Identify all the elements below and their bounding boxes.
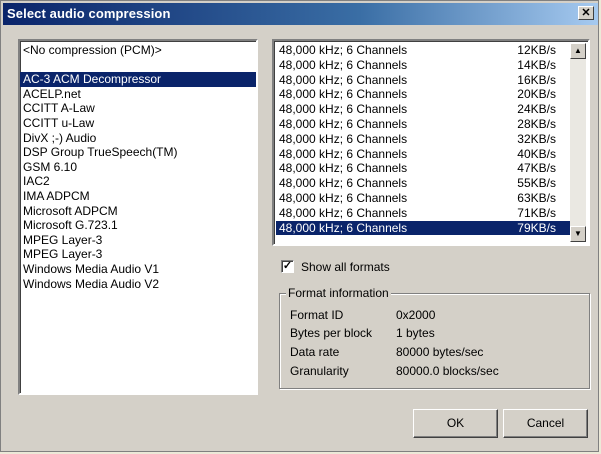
format-row[interactable]: 48,000 kHz; 6 Channels 12KB/s: [276, 43, 570, 58]
format-rate: 32KB/s: [517, 131, 556, 146]
format-rows: 48,000 kHz; 6 Channels 12KB/s 48,000 kHz; …: [276, 43, 570, 236]
format-list[interactable]: 48,000 kHz; 6 Channels 12KB/s 48,000 kHz; …: [272, 39, 590, 246]
codec-item[interactable]: Windows Media Audio V1: [20, 262, 256, 277]
codec-item[interactable]: IMA ADPCM: [20, 189, 256, 204]
triangle-down-icon: ▼: [574, 229, 582, 238]
format-id-value: 0x2000: [396, 308, 436, 322]
format-text: 48,000 kHz; 6 Channels: [279, 87, 408, 102]
codec-item[interactable]: ACELP.net: [20, 87, 256, 102]
show-all-formats-label[interactable]: Show all formats: [301, 260, 390, 274]
format-rate: 16KB/s: [517, 72, 556, 87]
format-rate: 28KB/s: [517, 116, 556, 131]
format-id-label: Format ID: [290, 308, 344, 322]
dialog-window: Select audio compression ✕ <No compressi…: [0, 0, 599, 452]
codec-item[interactable]: CCITT u-Law: [20, 116, 256, 131]
ok-button[interactable]: OK: [413, 409, 498, 438]
scroll-down-button[interactable]: ▼: [570, 226, 586, 242]
format-rate: 40KB/s: [517, 146, 556, 161]
format-text: 48,000 kHz; 6 Channels: [279, 43, 408, 57]
bytes-per-block-label: Bytes per block: [290, 326, 373, 340]
checkmark-icon: ✓: [282, 260, 293, 272]
codec-item[interactable]: DivX ;-) Audio: [20, 131, 256, 146]
cancel-button[interactable]: Cancel: [503, 409, 588, 438]
data-rate-value: 80000 bytes/sec: [396, 345, 484, 359]
window-title: Select audio compression: [7, 6, 171, 21]
format-text: 48,000 kHz; 6 Channels: [279, 72, 408, 87]
granularity-value: 80000.0 blocks/sec: [396, 364, 499, 378]
format-row[interactable]: 48,000 kHz; 6 Channels 47KB/s: [276, 161, 570, 176]
format-text: 48,000 kHz; 6 Channels: [279, 131, 408, 146]
format-rate: 55KB/s: [517, 176, 556, 191]
codec-item[interactable]: GSM 6.10: [20, 160, 256, 175]
granularity-label: Granularity: [290, 364, 349, 378]
format-rate: 24KB/s: [517, 102, 556, 117]
format-text: 48,000 kHz; 6 Channels: [279, 146, 408, 161]
codec-item[interactable]: Microsoft G.723.1: [20, 218, 256, 233]
format-row[interactable]: 48,000 kHz; 6 Channels 28KB/s: [276, 117, 570, 132]
format-rate: 79KB/s: [517, 220, 556, 235]
format-row[interactable]: 48,000 kHz; 6 Channels 63KB/s: [276, 191, 570, 206]
format-row[interactable]: 48,000 kHz; 6 Channels 14KB/s: [276, 58, 570, 73]
codec-item[interactable]: <No compression (PCM)>: [20, 43, 256, 58]
format-text: 48,000 kHz; 6 Channels: [279, 116, 408, 131]
format-rate: 12KB/s: [517, 43, 556, 57]
codec-item[interactable]: Microsoft ADPCM: [20, 204, 256, 219]
format-rate: 71KB/s: [517, 205, 556, 220]
codec-item[interactable]: CCITT A-Law: [20, 101, 256, 116]
triangle-up-icon: ▲: [574, 46, 582, 55]
format-rate: 63KB/s: [517, 190, 556, 205]
codec-item[interactable]: Windows Media Audio V2: [20, 277, 256, 292]
format-rate: 20KB/s: [517, 87, 556, 102]
format-row[interactable]: 48,000 kHz; 6 Channels 24KB/s: [276, 102, 570, 117]
format-row[interactable]: 48,000 kHz; 6 Channels 40KB/s: [276, 147, 570, 162]
format-text: 48,000 kHz; 6 Channels: [279, 102, 408, 117]
close-button[interactable]: ✕: [578, 6, 594, 20]
codec-list[interactable]: <No compression (PCM)> AC-3 ACM Decompres…: [18, 39, 258, 395]
codec-item[interactable]: MPEG Layer-3: [20, 247, 256, 262]
format-rate: 14KB/s: [517, 57, 556, 72]
codec-item[interactable]: MPEG Layer-3: [20, 233, 256, 248]
data-rate-label: Data rate: [290, 345, 340, 359]
format-row[interactable]: 48,000 kHz; 6 Channels 16KB/s: [276, 73, 570, 88]
format-text: 48,000 kHz; 6 Channels: [279, 205, 408, 220]
bytes-per-block-value: 1 bytes: [396, 326, 435, 340]
scroll-up-button[interactable]: ▲: [570, 43, 586, 59]
format-text: 48,000 kHz; 6 Channels: [279, 220, 408, 235]
close-icon: ✕: [581, 7, 591, 19]
codec-item[interactable]: IAC2: [20, 174, 256, 189]
show-all-formats-checkbox[interactable]: ✓: [281, 260, 294, 273]
title-bar: Select audio compression ✕: [3, 3, 598, 25]
format-rate: 47KB/s: [517, 161, 556, 176]
format-text: 48,000 kHz; 6 Channels: [279, 190, 408, 205]
format-text: 48,000 kHz; 6 Channels: [279, 57, 408, 72]
format-row[interactable]: 48,000 kHz; 6 Channels 55KB/s: [276, 176, 570, 191]
format-text: 48,000 kHz; 6 Channels: [279, 161, 408, 176]
codec-item[interactable]: DSP Group TrueSpeech(TM): [20, 145, 256, 160]
format-information-group: Format information Format ID 0x2000 Byte…: [279, 286, 590, 389]
format-information-title: Format information: [286, 286, 391, 300]
codec-item[interactable]: AC-3 ACM Decompressor: [20, 72, 256, 87]
format-row[interactable]: 48,000 kHz; 6 Channels 32KB/s: [276, 132, 570, 147]
format-list-scrollbar[interactable]: ▲ ▼: [570, 43, 586, 242]
format-row[interactable]: 48,000 kHz; 6 Channels 20KB/s: [276, 87, 570, 102]
format-text: 48,000 kHz; 6 Channels: [279, 176, 408, 191]
format-row[interactable]: 48,000 kHz; 6 Channels 79KB/s: [276, 220, 570, 236]
format-row[interactable]: 48,000 kHz; 6 Channels 71KB/s: [276, 206, 570, 221]
